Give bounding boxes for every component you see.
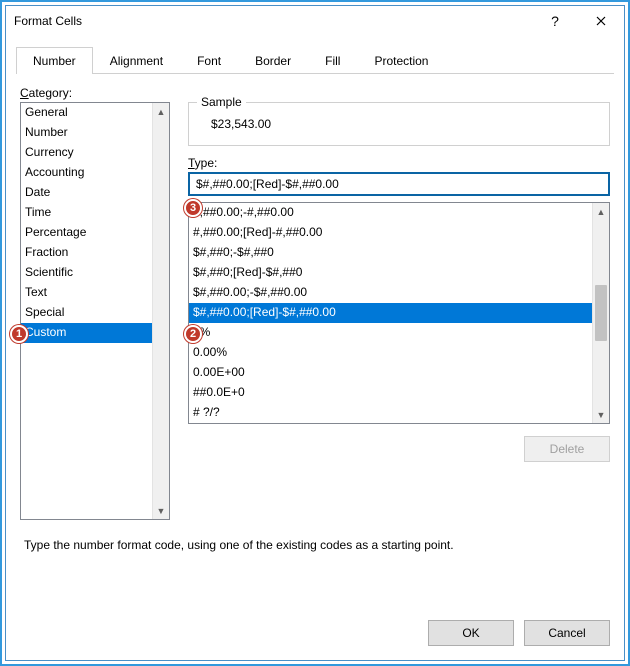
- close-icon: [596, 16, 606, 26]
- sample-value: $23,543.00: [199, 109, 599, 131]
- category-listbox[interactable]: General Number Currency Accounting Date …: [20, 102, 170, 520]
- scroll-down-icon[interactable]: ▼: [153, 502, 169, 519]
- format-item[interactable]: # ?/?: [189, 403, 592, 423]
- scroll-up-icon[interactable]: ▲: [153, 103, 169, 120]
- format-item[interactable]: $#,##0.00;-$#,##0.00: [189, 283, 592, 303]
- window-title: Format Cells: [14, 14, 82, 28]
- hint-text: Type the number format code, using one o…: [24, 538, 606, 552]
- category-item-accounting[interactable]: Accounting: [21, 163, 152, 183]
- sample-group: Sample $23,543.00: [188, 102, 610, 146]
- category-item-currency[interactable]: Currency: [21, 143, 152, 163]
- format-item[interactable]: #,##0.00;[Red]-#,##0.00: [189, 223, 592, 243]
- dialog-footer: OK Cancel: [6, 606, 624, 660]
- cancel-button[interactable]: Cancel: [524, 620, 610, 646]
- titlebar: Format Cells ?: [6, 6, 624, 36]
- tab-font[interactable]: Font: [180, 47, 238, 74]
- format-item-selected[interactable]: $#,##0.00;[Red]-$#,##0.00: [189, 303, 592, 323]
- tab-fill[interactable]: Fill: [308, 47, 357, 74]
- close-button[interactable]: [578, 6, 624, 36]
- scroll-up-icon[interactable]: ▲: [593, 203, 609, 220]
- category-scrollbar[interactable]: ▲ ▼: [152, 103, 169, 519]
- category-item-date[interactable]: Date: [21, 183, 152, 203]
- format-cells-dialog: Format Cells ? Number Alignment Font Bor…: [5, 5, 625, 661]
- category-label: Category:: [20, 86, 170, 100]
- format-item[interactable]: 0.00E+00: [189, 363, 592, 383]
- annotation-callout-3: 3: [184, 199, 202, 217]
- tab-protection[interactable]: Protection: [357, 47, 445, 74]
- format-code-listbox[interactable]: #,##0.00;-#,##0.00 #,##0.00;[Red]-#,##0.…: [188, 202, 610, 424]
- format-item[interactable]: ##0.0E+0: [189, 383, 592, 403]
- format-scrollbar[interactable]: ▲ ▼: [592, 203, 609, 423]
- type-label: Type:: [188, 156, 610, 170]
- format-item[interactable]: $#,##0;-$#,##0: [189, 243, 592, 263]
- tab-strip: Number Alignment Font Border Fill Protec…: [16, 46, 614, 74]
- category-item-text[interactable]: Text: [21, 283, 152, 303]
- format-item[interactable]: #,##0.00;-#,##0.00: [189, 203, 592, 223]
- dialog-body: Category: General Number Currency Accoun…: [6, 74, 624, 606]
- category-item-special[interactable]: Special: [21, 303, 152, 323]
- category-item-number[interactable]: Number: [21, 123, 152, 143]
- annotation-callout-2: 2: [184, 325, 202, 343]
- category-item-general[interactable]: General: [21, 103, 152, 123]
- screenshot-frame: Format Cells ? Number Alignment Font Bor…: [0, 0, 630, 666]
- format-item[interactable]: 0.00%: [189, 343, 592, 363]
- category-item-time[interactable]: Time: [21, 203, 152, 223]
- annotation-callout-1: 1: [10, 325, 28, 343]
- category-item-percentage[interactable]: Percentage: [21, 223, 152, 243]
- format-item[interactable]: $#,##0;[Red]-$#,##0: [189, 263, 592, 283]
- help-button[interactable]: ?: [532, 6, 578, 36]
- type-input[interactable]: [188, 172, 610, 196]
- category-item-custom[interactable]: Custom: [21, 323, 152, 343]
- tab-alignment[interactable]: Alignment: [93, 47, 180, 74]
- tab-border[interactable]: Border: [238, 47, 308, 74]
- scroll-down-icon[interactable]: ▼: [593, 406, 609, 423]
- format-item[interactable]: 0%: [189, 323, 592, 343]
- delete-button[interactable]: Delete: [524, 436, 610, 462]
- tab-number[interactable]: Number: [16, 47, 93, 74]
- sample-label: Sample: [197, 95, 246, 109]
- category-item-fraction[interactable]: Fraction: [21, 243, 152, 263]
- category-item-scientific[interactable]: Scientific: [21, 263, 152, 283]
- ok-button[interactable]: OK: [428, 620, 514, 646]
